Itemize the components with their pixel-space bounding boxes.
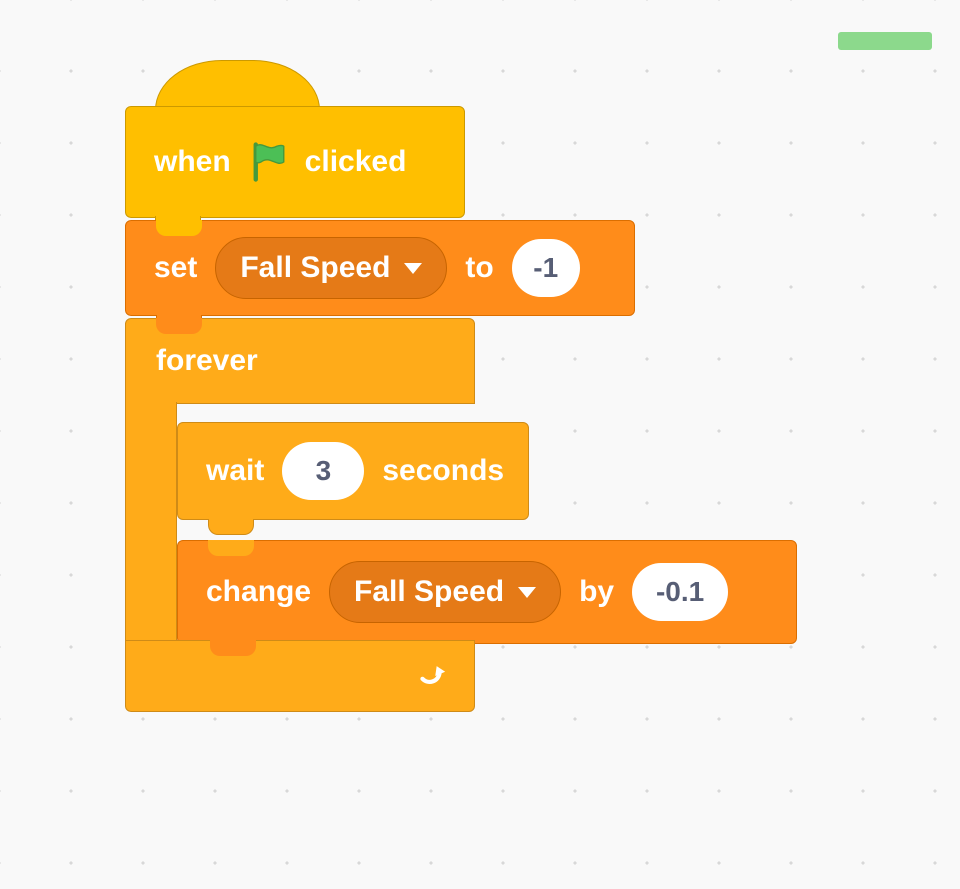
green-flag-icon <box>247 141 289 183</box>
hat-clicked-label: clicked <box>305 145 407 179</box>
event-hat-block[interactable]: when clicked <box>125 60 465 218</box>
wait-block[interactable]: wait 3 seconds <box>177 422 529 520</box>
block-notch <box>156 318 202 334</box>
by-label: by <box>579 575 614 609</box>
forever-block[interactable]: forever wait 3 seconds change Fall Speed… <box>125 318 475 404</box>
hat-when-label: when <box>154 145 231 179</box>
number-value: -0.1 <box>656 576 704 608</box>
chevron-down-icon <box>518 587 536 598</box>
change-variable-block[interactable]: change Fall Speed by -0.1 <box>177 540 797 644</box>
wait-label: wait <box>206 454 264 488</box>
set-label: set <box>154 251 197 285</box>
script-area[interactable]: when clicked set Fall Speed to -1 foreve… <box>125 60 635 404</box>
variable-dropdown[interactable]: Fall Speed <box>215 237 447 299</box>
number-value: -1 <box>533 252 558 284</box>
forever-label: forever <box>156 344 258 378</box>
seconds-label: seconds <box>382 454 504 488</box>
c-block-arm <box>125 402 177 642</box>
chevron-down-icon <box>404 263 422 274</box>
block-notch <box>208 540 254 556</box>
number-input[interactable]: 3 <box>282 442 364 500</box>
block-notch <box>208 519 254 535</box>
set-variable-block[interactable]: set Fall Speed to -1 <box>125 220 635 316</box>
to-label: to <box>465 251 493 285</box>
tab-indicator <box>838 32 932 50</box>
block-notch <box>210 640 256 656</box>
hat-top-curve <box>155 60 320 110</box>
block-notch <box>156 220 202 236</box>
variable-name: Fall Speed <box>240 251 390 285</box>
c-block-bottom <box>125 640 475 712</box>
change-label: change <box>206 575 311 609</box>
number-input[interactable]: -1 <box>512 239 580 297</box>
number-input[interactable]: -0.1 <box>632 563 728 621</box>
number-value: 3 <box>316 455 332 487</box>
loop-arrow-icon <box>414 659 448 693</box>
variable-dropdown[interactable]: Fall Speed <box>329 561 561 623</box>
variable-name: Fall Speed <box>354 575 504 609</box>
